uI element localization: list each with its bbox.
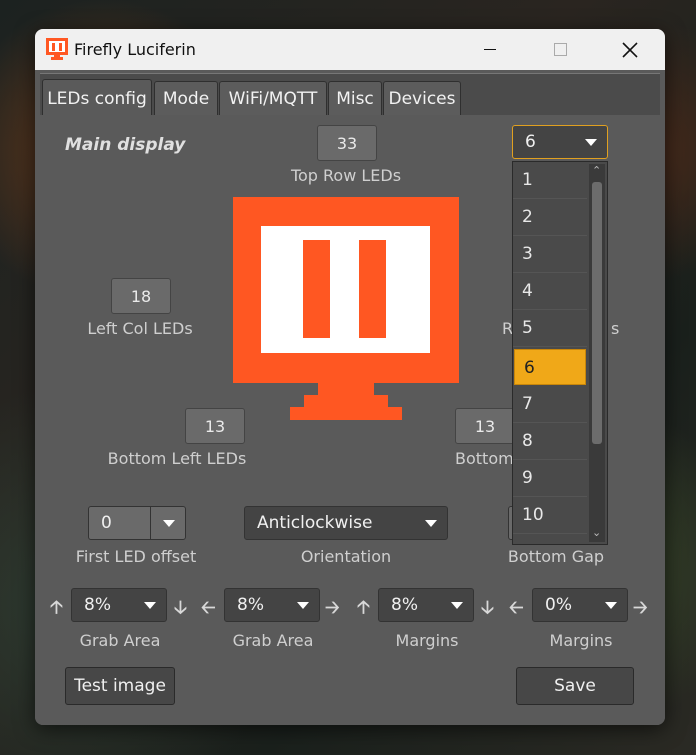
grab-area-label-1: Grab Area (79, 631, 161, 650)
list-item[interactable]: 2 (513, 199, 587, 236)
arrow-right-icon: 🡢 (325, 597, 340, 618)
chevron-down-icon (585, 139, 597, 146)
grab-area-label-2: Grab Area (232, 631, 314, 650)
close-icon (622, 41, 638, 58)
first-led-offset-value: 0 (101, 513, 112, 533)
list-item-selected[interactable]: 6 (514, 349, 586, 385)
minimize-icon (484, 49, 496, 50)
list-item-label: 1 (522, 170, 533, 190)
left-col-leds-label: Left Col LEDs (87, 319, 193, 338)
test-image-button[interactable]: Test image (65, 667, 175, 705)
arrow-down-icon: 🡣 (481, 597, 494, 618)
arrow-up-icon: 🡡 (357, 597, 370, 618)
maximize-button[interactable] (537, 29, 583, 70)
window-title: Firefly Luciferin (74, 40, 196, 59)
margins-vertical-value: 8% (391, 595, 418, 615)
arrow-down-icon: 🡣 (174, 597, 187, 618)
save-button[interactable]: Save (516, 667, 634, 705)
list-item[interactable]: 7 (513, 386, 587, 423)
top-row-leds-label: Top Row LEDs (290, 166, 402, 185)
scroll-down-icon[interactable]: ⌄ (592, 526, 601, 539)
margins-horizontal-select[interactable]: 0% (532, 588, 628, 622)
chevron-down-icon (297, 602, 309, 609)
list-item-label: 9 (522, 468, 533, 488)
margins-label-2: Margins (549, 631, 613, 650)
bottom-gap-label: Bottom Gap (507, 547, 605, 566)
bottom-left-leds-input[interactable]: 13 (185, 408, 245, 444)
monitor-select-value: 6 (525, 132, 536, 152)
orientation-value: Anticlockwise (257, 513, 373, 533)
scrollbar-thumb[interactable] (592, 182, 602, 444)
chevron-down-icon (425, 520, 437, 527)
grab-area-side-select[interactable]: 8% (224, 588, 320, 622)
arrow-left-icon: 🡠 (509, 597, 524, 618)
list-item[interactable]: 8 (513, 423, 587, 460)
firefly-logo-icon (46, 38, 68, 60)
first-led-offset-spinner[interactable]: 0 (88, 506, 186, 540)
margins-horizontal-value: 0% (545, 595, 572, 615)
list-item-label: 8 (522, 431, 533, 451)
list-item[interactable]: 4 (513, 273, 587, 310)
display-label: Main display (65, 135, 186, 155)
tab-misc[interactable]: Misc (328, 81, 382, 116)
orientation-label: Orientation (300, 547, 392, 566)
margins-vertical-select[interactable]: 8% (378, 588, 474, 622)
list-item[interactable]: 10 (513, 497, 587, 534)
list-item-label: 4 (522, 281, 533, 301)
list-item[interactable]: 3 (513, 236, 587, 273)
leds-config-panel: Main display 33 Top Row LEDs 18 Left Col… (35, 115, 665, 725)
chevron-down-icon (451, 602, 463, 609)
maximize-icon (553, 43, 567, 56)
tab-mode[interactable]: Mode (154, 81, 218, 116)
chevron-down-icon (605, 602, 617, 609)
list-item-label: 6 (524, 358, 535, 378)
chevron-down-icon (144, 602, 156, 609)
dropdown-scrollbar[interactable]: ⌃ ⌄ (589, 164, 605, 542)
list-item-label: 7 (522, 394, 533, 414)
arrow-right-icon: 🡢 (633, 597, 648, 618)
monitor-dropdown-list: 1 2 3 4 5 6 7 8 9 10 ⌃ ⌄ (512, 161, 608, 545)
scroll-up-icon[interactable]: ⌃ (592, 164, 601, 177)
chevron-down-icon[interactable] (163, 520, 175, 527)
close-button[interactable] (607, 29, 653, 70)
tab-devices[interactable]: Devices (383, 81, 461, 116)
arrow-left-icon: 🡠 (201, 597, 216, 618)
bottom-left-leds-label: Bottom Left LEDs (107, 449, 247, 468)
grab-area-top-value: 8% (84, 595, 111, 615)
list-item-label: 5 (522, 318, 533, 338)
app-window: Firefly Luciferin LEDs config Mode WiFi/… (35, 29, 665, 725)
orientation-select[interactable]: Anticlockwise (244, 506, 448, 540)
monitor-select[interactable]: 6 (512, 125, 608, 159)
spinner-divider (150, 507, 151, 539)
title-bar: Firefly Luciferin (35, 29, 665, 70)
list-item-label: 3 (522, 244, 533, 264)
left-col-leds-input[interactable]: 18 (111, 278, 171, 314)
bottom-right-leds-input[interactable]: 13 (455, 408, 515, 444)
list-item[interactable]: 9 (513, 460, 587, 497)
tab-bar: LEDs config Mode WiFi/MQTT Misc Devices (40, 73, 660, 117)
list-item[interactable]: 5 (513, 310, 587, 347)
right-col-leds-label-end: s (611, 319, 620, 338)
tab-wifi-mqtt[interactable]: WiFi/MQTT (219, 81, 327, 116)
margins-label-1: Margins (395, 631, 459, 650)
bottom-right-leds-label: Bottom (455, 449, 514, 468)
list-item-label: 10 (522, 505, 544, 525)
tab-leds-config[interactable]: LEDs config (42, 79, 152, 117)
grab-area-side-value: 8% (237, 595, 264, 615)
minimize-button[interactable] (467, 29, 513, 70)
arrow-up-icon: 🡡 (50, 597, 63, 618)
monitor-preview-image (233, 197, 459, 420)
grab-area-top-select[interactable]: 8% (71, 588, 167, 622)
list-item[interactable]: 1 (513, 162, 587, 199)
first-led-offset-label: First LED offset (75, 547, 197, 566)
top-row-leds-input[interactable]: 33 (317, 125, 377, 161)
list-item-label: 2 (522, 207, 533, 227)
